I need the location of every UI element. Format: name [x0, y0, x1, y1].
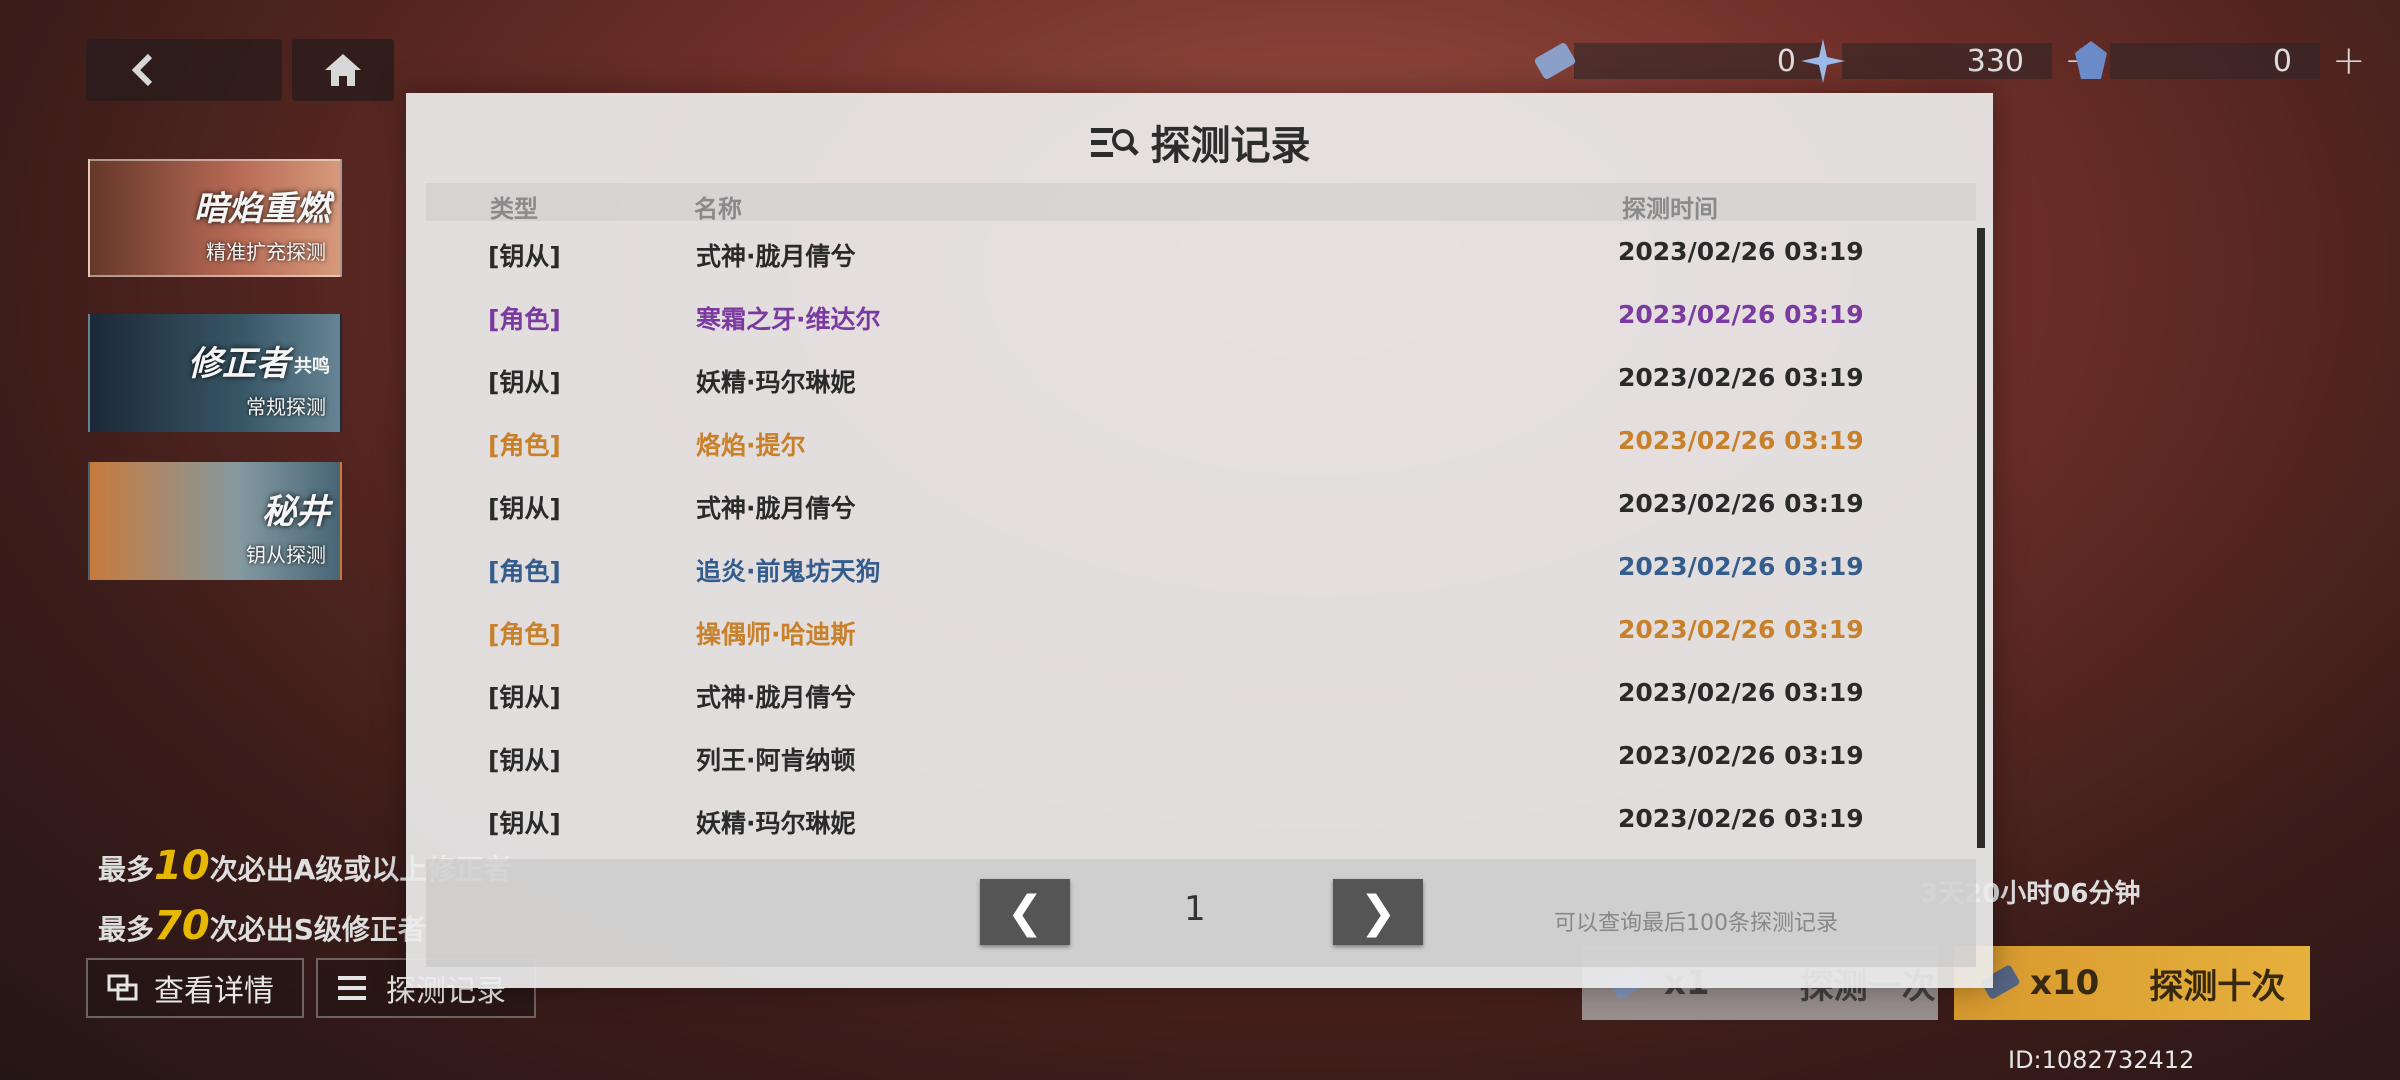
list-scrollbar[interactable] — [1977, 228, 1985, 848]
dialog-title-text: 探测记录 — [1150, 123, 1311, 169]
page-number: 1 — [1184, 889, 1206, 929]
row-time: 2023/02/26 03:19 — [1618, 363, 1864, 392]
row-type: [角色] — [488, 431, 561, 460]
blue-crystal-icon — [2066, 36, 2116, 86]
row-name: 妖精·玛尔琳妮 — [696, 368, 856, 397]
table-row: [角色] 操偶师·哈迪斯 2023/02/26 03:19 — [426, 599, 1976, 662]
row-name: 寒霜之牙·维达尔 — [696, 305, 881, 334]
row-name: 操偶师·哈迪斯 — [696, 620, 856, 649]
row-type: [角色] — [488, 557, 561, 586]
next-page-button[interactable]: ❯ — [1333, 879, 1423, 945]
row-time: 2023/02/26 03:19 — [1618, 552, 1864, 581]
row-type: [钥从] — [488, 809, 561, 838]
row-type: [钥从] — [488, 368, 561, 397]
row-name: 妖精·玛尔琳妮 — [696, 809, 856, 838]
row-name: 追炎·前鬼坊天狗 — [696, 557, 881, 586]
pagination-bar: ❮ 1 ❯ 可以查询最后100条探测记录 — [426, 859, 1976, 967]
row-time: 2023/02/26 03:19 — [1618, 237, 1864, 266]
prev-page-button[interactable]: ❮ — [980, 879, 1070, 945]
table-row: [钥从] 式神·胧月倩兮 2023/02/26 03:19 — [426, 221, 1976, 284]
row-time: 2023/02/26 03:19 — [1618, 678, 1864, 707]
star-crystal-icon — [1798, 36, 1848, 86]
row-type: [钥从] — [488, 746, 561, 775]
row-time: 2023/02/26 03:19 — [1618, 615, 1864, 644]
table-row: [角色] 寒霜之牙·维达尔 2023/02/26 03:19 — [426, 284, 1976, 347]
row-time: 2023/02/26 03:19 — [1618, 426, 1864, 455]
row-time: 2023/02/26 03:19 — [1618, 300, 1864, 329]
table-header: 类型 名称 探测时间 — [426, 183, 1976, 223]
table-row: [钥从] 妖精·玛尔琳妮 2023/02/26 03:19 — [426, 788, 1976, 851]
table-row: [角色] 追炎·前鬼坊天狗 2023/02/26 03:19 — [426, 536, 1976, 599]
row-time: 2023/02/26 03:19 — [1618, 489, 1864, 518]
row-name: 列王·阿肯纳顿 — [696, 746, 856, 775]
header-time: 探测时间 — [1622, 195, 1718, 223]
table-row: [钥从] 列王·阿肯纳顿 2023/02/26 03:19 — [426, 725, 1976, 788]
row-type: [钥从] — [488, 683, 561, 712]
row-name: 式神·胧月倩兮 — [696, 494, 856, 523]
row-type: [钥从] — [488, 242, 561, 271]
records-limit-note: 可以查询最后100条探测记录 — [1554, 911, 1838, 936]
row-name: 式神·胧月倩兮 — [696, 242, 856, 271]
detection-record-dialog: 探测记录 类型 名称 探测时间 [钥从] 式神·胧月倩兮 2023/02/26 … — [406, 93, 1993, 988]
row-type: [角色] — [488, 620, 561, 649]
table-row: [钥从] 式神·胧月倩兮 2023/02/26 03:19 — [426, 662, 1976, 725]
header-name: 名称 — [694, 195, 742, 223]
row-name: 式神·胧月倩兮 — [696, 683, 856, 712]
header-type: 类型 — [490, 195, 538, 223]
table-row: [钥从] 妖精·玛尔琳妮 2023/02/26 03:19 — [426, 347, 1976, 410]
row-time: 2023/02/26 03:19 — [1618, 741, 1864, 770]
row-type: [钥从] — [488, 494, 561, 523]
row-type: [角色] — [488, 305, 561, 334]
table-row: [钥从] 式神·胧月倩兮 2023/02/26 03:19 — [426, 473, 1976, 536]
record-list[interactable]: [钥从] 式神·胧月倩兮 2023/02/26 03:19 [角色] 寒霜之牙·… — [426, 221, 1976, 951]
row-time: 2023/02/26 03:19 — [1618, 804, 1864, 833]
dialog-title: 探测记录 — [406, 113, 1993, 171]
table-row: [角色] 烙焰·提尔 2023/02/26 03:19 — [426, 410, 1976, 473]
row-name: 烙焰·提尔 — [696, 431, 806, 460]
ticket-icon — [1530, 36, 1580, 86]
search-list-icon — [1090, 128, 1139, 157]
